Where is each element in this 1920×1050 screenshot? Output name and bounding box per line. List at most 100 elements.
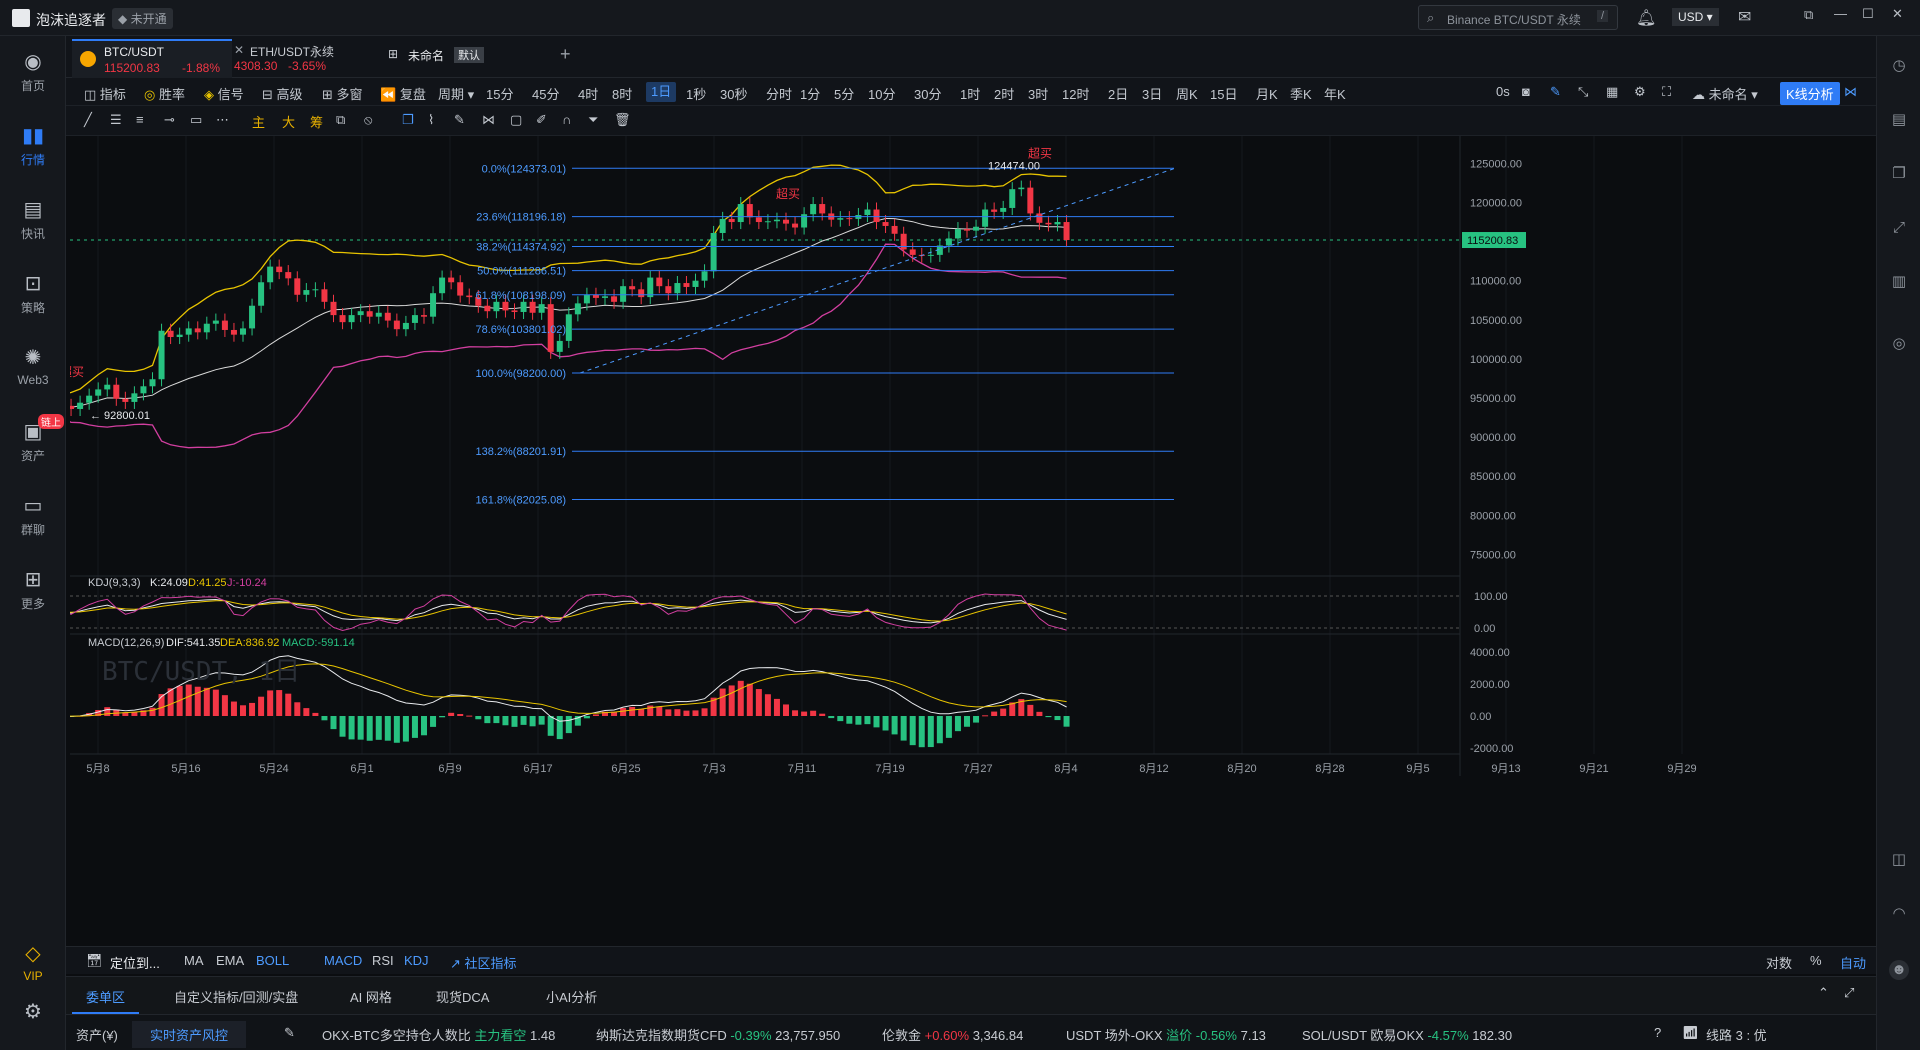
candle[interactable] xyxy=(665,286,672,294)
candle[interactable] xyxy=(312,289,319,291)
candle[interactable] xyxy=(1027,187,1034,214)
candle[interactable] xyxy=(212,320,219,324)
popout-panel-icon[interactable]: ⤢ xyxy=(1844,985,1854,1001)
signal-button[interactable]: ◈ 信号 xyxy=(204,84,244,103)
candle[interactable] xyxy=(602,296,608,298)
candle[interactable] xyxy=(493,301,500,312)
candle[interactable] xyxy=(258,282,265,306)
candle[interactable] xyxy=(529,301,536,313)
candle[interactable] xyxy=(954,229,961,239)
candle[interactable] xyxy=(611,296,618,302)
mail-icon[interactable]: ✉ xyxy=(1738,7,1751,27)
candle[interactable] xyxy=(448,277,455,283)
candle[interactable] xyxy=(737,204,744,223)
candle[interactable] xyxy=(375,312,382,317)
tab-orders[interactable]: 委单区 xyxy=(72,987,140,1014)
nav-more[interactable]: ⊞ 更多 xyxy=(0,568,66,612)
community-indicators-link[interactable]: ↗ 社区指标 xyxy=(450,953,517,972)
tab-ai-analysis[interactable]: 小AI分析 xyxy=(546,987,597,1006)
candle[interactable] xyxy=(393,320,400,330)
cloud-layout-select[interactable]: ☁ 未命名 ▾ xyxy=(1692,84,1758,103)
candle[interactable] xyxy=(158,330,165,380)
candle[interactable] xyxy=(1000,207,1007,212)
advanced-button[interactable]: ⊟ 高级 xyxy=(262,84,303,103)
copy-tool-icon[interactable]: ❐ xyxy=(402,112,414,128)
candle[interactable] xyxy=(77,402,84,409)
minimize-icon[interactable]: — xyxy=(1834,6,1847,21)
nav-web3[interactable]: ✺ Web3 xyxy=(0,346,66,387)
candle[interactable] xyxy=(167,330,174,338)
candle[interactable] xyxy=(945,238,952,246)
candle[interactable] xyxy=(764,221,771,223)
collapse-icon[interactable]: ⌃ xyxy=(1818,985,1829,1001)
candle[interactable] xyxy=(620,286,627,302)
candle[interactable] xyxy=(221,320,228,330)
ruler-icon[interactable]: ⌇ xyxy=(428,112,434,128)
candle[interactable] xyxy=(674,283,681,294)
candle[interactable] xyxy=(792,223,799,228)
ray-icon[interactable]: ⊸ xyxy=(164,112,175,128)
candle[interactable] xyxy=(783,219,789,224)
candle[interactable] xyxy=(719,218,726,233)
add-tab-button[interactable]: + xyxy=(560,44,571,65)
candle[interactable] xyxy=(927,254,934,256)
winrate-button[interactable]: ◎ 胜率 xyxy=(144,84,185,103)
candle[interactable] xyxy=(140,386,147,394)
candle[interactable] xyxy=(502,301,509,311)
pen-icon[interactable]: ✎ xyxy=(1550,84,1561,100)
candle[interactable] xyxy=(70,405,75,409)
interval-7[interactable]: 分时 xyxy=(766,84,792,103)
interval-21[interactable]: 季K xyxy=(1290,84,1312,103)
candle[interactable] xyxy=(846,218,853,220)
candle[interactable] xyxy=(909,249,916,255)
candle[interactable] xyxy=(973,226,980,231)
candle[interactable] xyxy=(520,301,527,312)
interval-4[interactable]: 1日 xyxy=(646,82,677,102)
candle[interactable] xyxy=(1009,189,1016,208)
tab-custom-indicators[interactable]: 自定义指标/回测/实盘 xyxy=(174,987,298,1006)
tab-btc[interactable]: BTC/USDT 115200.83 -1.88% xyxy=(72,39,232,78)
period-select[interactable]: 周期 ▾ xyxy=(438,84,474,103)
candle[interactable] xyxy=(249,305,256,329)
candle[interactable] xyxy=(95,389,102,396)
candle[interactable] xyxy=(303,290,310,295)
candle[interactable] xyxy=(819,204,826,214)
candle[interactable] xyxy=(964,229,970,231)
candle[interactable] xyxy=(538,304,545,313)
horizontal-lines-icon[interactable]: ≡ xyxy=(136,112,144,127)
monitor-icon[interactable]: ▥ xyxy=(1889,272,1909,292)
candle[interactable] xyxy=(131,393,138,402)
boll-toggle[interactable]: BOLL xyxy=(256,953,289,968)
candle[interactable] xyxy=(728,218,735,223)
kline-analysis-button[interactable]: K线分析 xyxy=(1780,82,1840,105)
candle[interactable] xyxy=(430,293,437,317)
candle[interactable] xyxy=(439,277,446,294)
candle[interactable] xyxy=(891,225,898,234)
nav-strategy[interactable]: ⊡ 策略 xyxy=(0,272,66,316)
trash-icon[interactable]: 🗑︎ xyxy=(614,112,631,128)
fullscreen-icon[interactable]: ⛶ xyxy=(1662,84,1671,100)
close-tab-icon[interactable]: ✕ xyxy=(234,43,244,57)
candle[interactable] xyxy=(755,217,762,223)
copy-icon[interactable]: ❐ xyxy=(1889,164,1909,184)
screenshot-icon[interactable]: ▦ xyxy=(1606,84,1618,100)
pattern-icon[interactable]: ⋈ xyxy=(482,112,495,128)
question-icon[interactable]: ? xyxy=(1654,1025,1661,1040)
brush-icon[interactable]: ✎ xyxy=(454,112,465,128)
chips-button[interactable]: 筹 xyxy=(310,112,323,131)
candle[interactable] xyxy=(746,204,753,218)
candle[interactable] xyxy=(864,209,871,215)
symbol-search-box[interactable]: ⌕ Binance BTC/USDT 永续 / xyxy=(1418,5,1618,30)
candle[interactable] xyxy=(411,315,418,323)
compare-icon[interactable]: ⧉ xyxy=(336,112,345,128)
interval-16[interactable]: 2日 xyxy=(1108,84,1128,103)
big-order-button[interactable]: 大 xyxy=(282,112,295,131)
interval-2[interactable]: 4时 xyxy=(578,84,598,103)
candle[interactable] xyxy=(900,233,907,250)
candle[interactable] xyxy=(991,209,998,212)
nav-market[interactable]: ▮▮ 行情 xyxy=(0,124,66,168)
camera-icon[interactable]: ◙ xyxy=(1522,84,1530,99)
settings-icon[interactable]: ⚙ xyxy=(1634,84,1646,100)
ema-toggle[interactable]: EMA xyxy=(216,953,244,968)
candle[interactable] xyxy=(267,266,274,283)
